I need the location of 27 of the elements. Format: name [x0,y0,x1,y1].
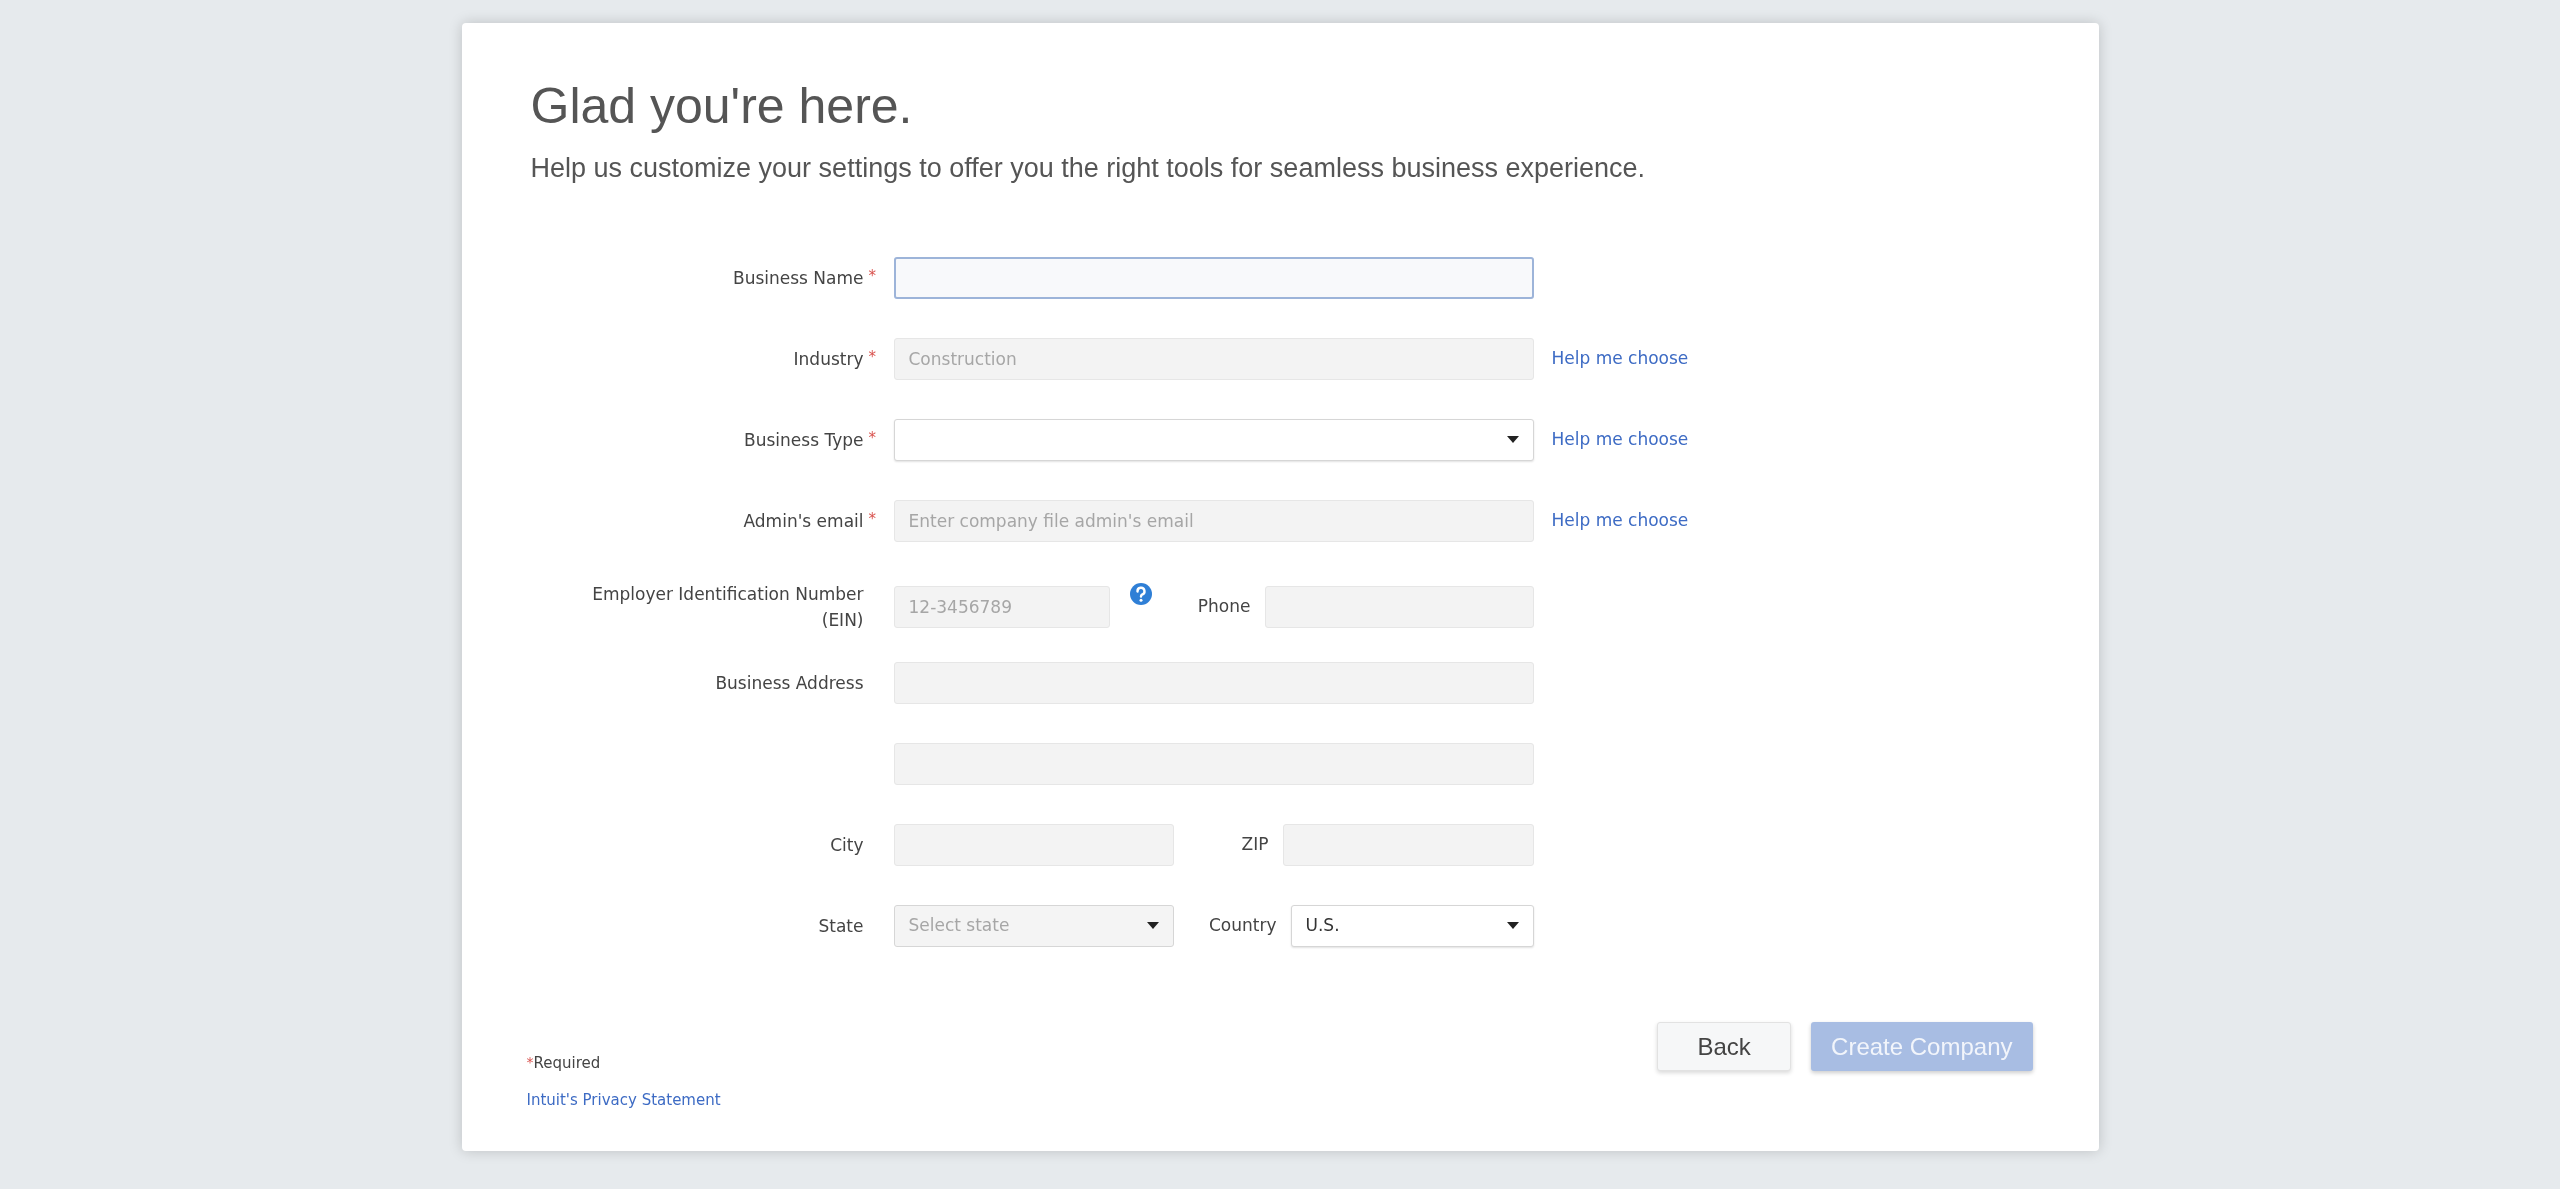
field-label: ZIP [1241,832,1269,856]
input-field[interactable] [893,256,1534,299]
help-me-choose-link[interactable]: Help me choose [1551,345,1689,372]
caret-icon [1506,922,1519,929]
help-icon[interactable] [1128,581,1153,606]
field-label: Admin's email * [743,508,877,533]
page-subtitle: Help us customize your settings to offer you the right tools for seamless business experience. [530,153,1647,183]
field-label: City [830,833,864,857]
caret-icon [1146,922,1159,929]
required-note: Required [533,1053,601,1074]
privacy-statement-link[interactable]: Intuit's Privacy Statement [526,1088,721,1111]
page-title: Glad you're here. [530,77,914,136]
field-label: Business Type * [744,427,877,452]
help-me-choose-link[interactable]: Help me choose [1551,426,1689,453]
field-label: Employer Identification Number (EIN) [591,582,864,632]
field-label: Business Name * [732,265,877,290]
dropdown[interactable]: U.S. [1290,904,1534,947]
field-label: Phone [1197,594,1251,618]
field-label: Business Address [715,671,864,695]
help-me-choose-link[interactable]: Help me choose [1551,507,1689,534]
required-asterisk: * [526,1053,534,1072]
field-label: Country [1208,913,1277,937]
back-button[interactable]: Back [1657,1022,1792,1071]
caret-icon [1506,436,1519,443]
field-label: Industry * [793,346,877,371]
dropdown[interactable] [893,418,1534,461]
field-label: State [818,914,864,938]
